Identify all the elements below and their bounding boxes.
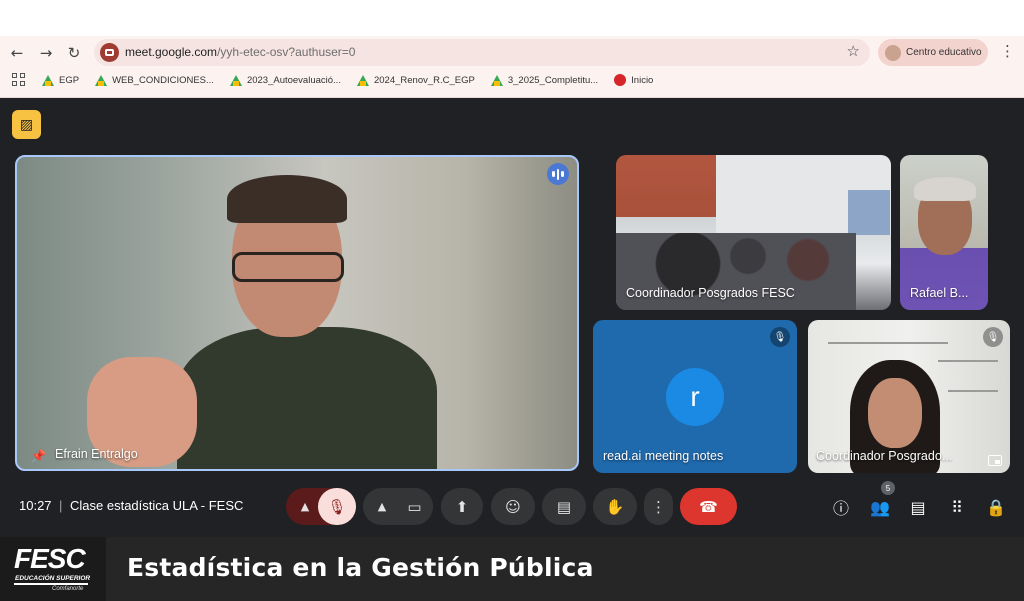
drive-icon — [490, 74, 503, 86]
url-domain: meet.google.com — [125, 45, 218, 59]
forward-icon[interactable]: → — [35, 42, 57, 64]
reload-icon[interactable]: ↻ — [63, 42, 85, 64]
back-icon[interactable]: ← — [6, 42, 28, 64]
mic-off-icon: 🎙 — [983, 327, 1003, 347]
profile-chip[interactable]: Centro educativo — [878, 39, 988, 66]
bookmark-item[interactable]: EGP — [42, 74, 80, 86]
participant-name: Coordinador Posgrado... — [816, 449, 953, 463]
logo-subtitle: EDUCACIÓN SUPERIOR — [15, 575, 91, 582]
mic-options-chevron-icon[interactable]: ▲ — [288, 488, 322, 525]
emoji-reactions-button[interactable]: ☺ — [491, 488, 535, 525]
bookmark-item[interactable]: 2023_Autoevaluació... — [229, 74, 341, 86]
drive-icon — [42, 74, 54, 86]
video-frame-shape — [848, 190, 890, 235]
video-frame-shape — [227, 175, 347, 223]
separator: | — [59, 498, 63, 513]
meet-stage: ▨ 📌 Efrain Entralgo Coordinador Posgrado… — [0, 98, 1024, 537]
participant-tile-coordinator-2[interactable]: 🎙 Coordinador Posgrado... — [808, 320, 1010, 473]
logo-small-text: Comfanorte — [52, 586, 84, 592]
people-icon[interactable]: 👥 — [869, 496, 891, 518]
host-controls-lock-icon[interactable]: 🔒 — [985, 496, 1007, 518]
bookmark-label: 2023_Autoevaluació... — [246, 74, 341, 86]
participant-tile-rafael[interactable]: Rafael B... — [900, 155, 988, 310]
captions-button[interactable]: ▤ — [542, 488, 586, 525]
meet-site-icon[interactable] — [100, 43, 119, 62]
profile-avatar — [885, 44, 901, 61]
meeting-title: Clase estadística ULA - FESC — [70, 498, 244, 513]
bookmarks-bar: EGP WEB_CONDICIONES... 2023_Autoevaluaci… — [12, 72, 669, 88]
logo-text: FESC — [14, 543, 86, 574]
bookmark-label: WEB_CONDICIONES... — [112, 74, 214, 86]
participant-tile-coordinator[interactable]: Coordinador Posgrados FESC — [616, 155, 891, 310]
raise-hand-button[interactable]: ✋ — [593, 488, 637, 525]
video-frame-shape — [177, 327, 437, 469]
url-path: /yyh-etec-osv?authuser=0 — [217, 45, 356, 59]
screen: ← → ↻ meet.google.com/yyh-etec-osv?authu… — [0, 0, 1024, 601]
video-frame-shape — [914, 177, 976, 201]
mic-off-icon: 🎙 — [770, 327, 790, 347]
bookmark-item[interactable]: 2024_Renov_R.C_EGP — [356, 74, 475, 86]
drive-icon — [229, 74, 242, 86]
participant-tile-main[interactable]: 📌 Efrain Entralgo — [15, 155, 579, 471]
bookmark-label: Inicio — [631, 74, 654, 86]
participant-name: Efrain Entralgo — [55, 447, 138, 461]
camera-toggle-button[interactable]: ▭ — [396, 488, 433, 525]
present-screen-button[interactable]: ⬆ — [441, 488, 483, 525]
video-frame-shape — [868, 378, 922, 448]
participant-name: Coordinador Posgrados FESC — [626, 286, 795, 300]
chat-icon[interactable]: ▤ — [907, 496, 929, 518]
bookmark-label: 2024_Renov_R.C_EGP — [373, 74, 475, 86]
bookmark-item[interactable]: 3_2025_Completitu... — [490, 74, 599, 86]
video-frame-shape — [938, 360, 998, 362]
top-strip — [0, 0, 1024, 36]
video-frame-shape — [948, 390, 998, 392]
picture-in-picture-icon[interactable] — [988, 455, 1002, 466]
bookmark-item[interactable]: Inicio — [614, 74, 653, 86]
participant-name: Rafael B... — [910, 286, 969, 300]
address-bar[interactable]: meet.google.com/yyh-etec-osv?authuser=0 … — [94, 39, 870, 66]
drive-icon — [356, 74, 369, 86]
activities-grid-icon[interactable]: ⠿ — [946, 496, 968, 518]
participant-name: read.ai meeting notes — [603, 449, 724, 463]
bookmark-star-icon[interactable]: ☆ — [847, 42, 860, 60]
camera-options-chevron-icon[interactable]: ▲ — [365, 488, 399, 525]
leave-call-button[interactable]: ☎ — [680, 488, 737, 525]
meeting-details-icon[interactable]: ⓘ — [830, 496, 852, 518]
apps-grid-icon[interactable] — [12, 73, 26, 87]
bookmark-item[interactable]: WEB_CONDICIONES... — [95, 74, 214, 86]
course-title: Estadística en la Gestión Pública — [127, 553, 594, 582]
logo-underline — [14, 583, 88, 585]
participants-count-badge: 5 — [881, 481, 895, 495]
fesc-icon — [614, 74, 627, 86]
browser-menu-icon[interactable]: ⋮ — [1000, 42, 1015, 60]
avatar: r — [666, 368, 724, 426]
bookmark-label: EGP — [59, 74, 80, 86]
fesc-logo: FESC EDUCACIÓN SUPERIOR Comfanorte — [0, 537, 106, 601]
url-text: meet.google.com/yyh-etec-osv?authuser=0 — [125, 45, 355, 59]
lower-third-banner: FESC EDUCACIÓN SUPERIOR Comfanorte Estad… — [0, 537, 1024, 601]
bookmark-label: 3_2025_Completitu... — [507, 74, 599, 86]
video-frame-shape — [828, 342, 948, 344]
video-frame-shape — [232, 252, 344, 282]
speaking-indicator-icon — [547, 163, 569, 185]
profile-label: Centro educativo — [906, 47, 982, 58]
video-off-icon[interactable]: ▨ — [12, 110, 41, 139]
more-options-button[interactable]: ⋮ — [644, 488, 673, 525]
pin-icon[interactable]: 📌 — [31, 449, 46, 463]
meeting-clock: 10:27 — [19, 498, 52, 513]
mic-toggle-button[interactable]: 🎙 — [318, 488, 356, 525]
browser-chrome: ← → ↻ meet.google.com/yyh-etec-osv?authu… — [0, 36, 1024, 98]
drive-icon — [95, 74, 108, 86]
participant-tile-readai[interactable]: 🎙 r read.ai meeting notes — [593, 320, 797, 473]
